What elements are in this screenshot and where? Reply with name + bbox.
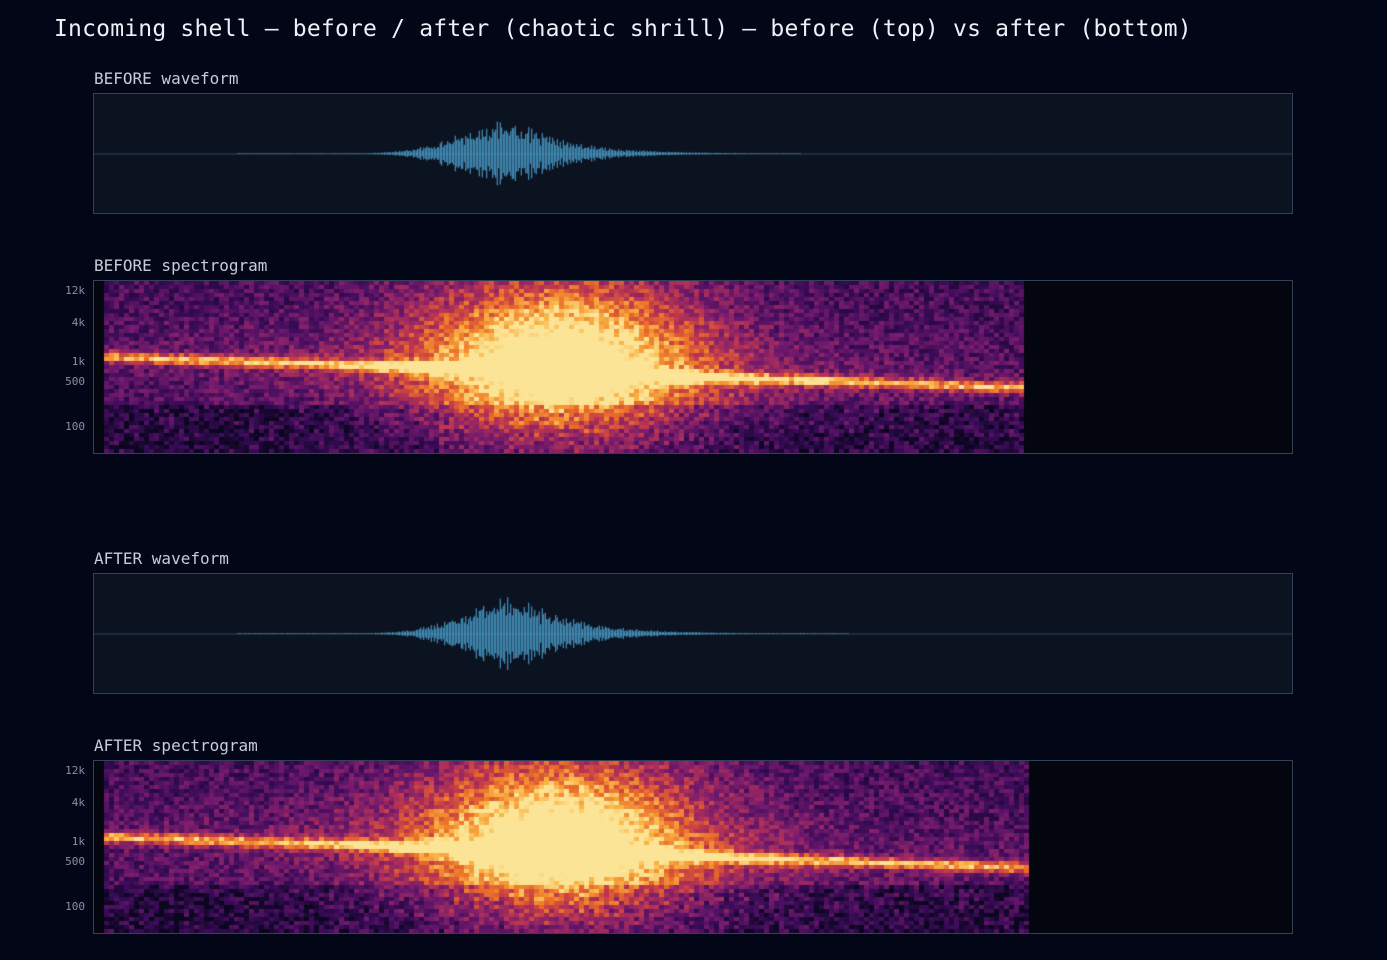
before-spectrogram-label: BEFORE spectrogram — [94, 256, 268, 275]
after-ytick-100: 100 — [65, 900, 85, 913]
page-title: Incoming shell — before / after (chaotic… — [54, 16, 1192, 42]
before-ytick-1k: 1k — [71, 355, 85, 368]
after-ytick-4k: 4k — [71, 796, 85, 809]
before-spectrogram-panel[interactable] — [93, 280, 1293, 454]
after-spectrogram-canvas — [94, 761, 1292, 933]
after-ytick-500: 500 — [65, 855, 85, 868]
after-spectrogram-panel[interactable] — [93, 760, 1293, 934]
before-ytick-500: 500 — [65, 375, 85, 388]
before-waveform-panel[interactable] — [93, 93, 1293, 214]
before-spectrogram-canvas — [94, 281, 1292, 453]
before-ytick-100: 100 — [65, 420, 85, 433]
after-waveform-canvas — [94, 574, 1292, 693]
after-waveform-label: AFTER waveform — [94, 549, 229, 568]
before-waveform-canvas — [94, 94, 1292, 213]
after-spectrogram-label: AFTER spectrogram — [94, 736, 258, 755]
before-ytick-12k: 12k — [65, 284, 85, 297]
after-waveform-panel[interactable] — [93, 573, 1293, 694]
before-ytick-4k: 4k — [71, 316, 85, 329]
before-waveform-label: BEFORE waveform — [94, 69, 239, 88]
after-ytick-1k: 1k — [71, 835, 85, 848]
after-ytick-12k: 12k — [65, 764, 85, 777]
